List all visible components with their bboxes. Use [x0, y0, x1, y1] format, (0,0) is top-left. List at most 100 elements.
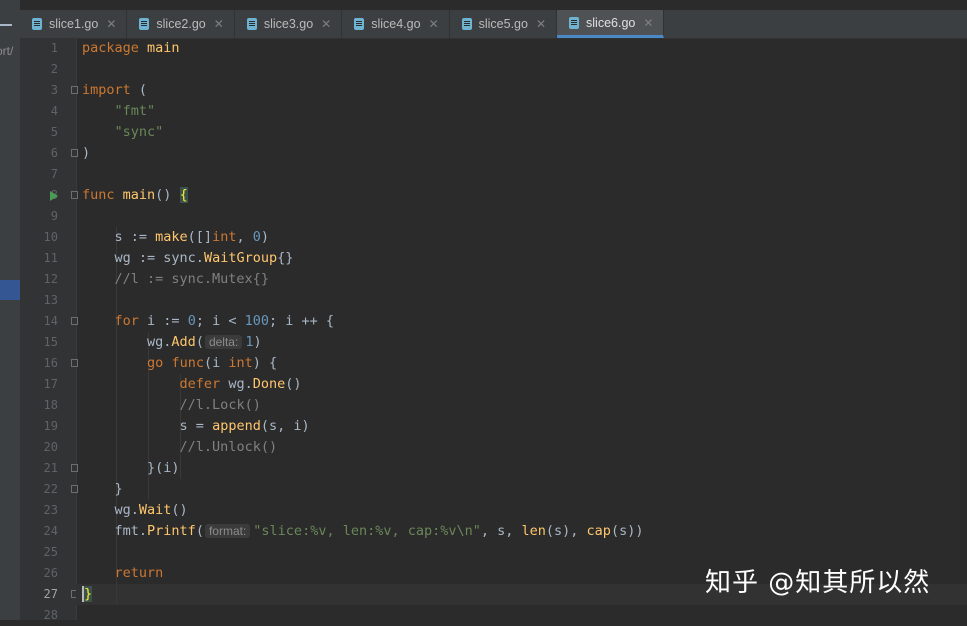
line-number[interactable]: 4 — [20, 101, 58, 122]
punct: ) — [82, 145, 91, 161]
code-text: ) { — [252, 355, 278, 371]
code-text: , s, — [480, 523, 522, 539]
keyword: for — [114, 313, 139, 329]
close-icon[interactable]: ✕ — [321, 17, 331, 31]
tab-slice4[interactable]: slice4.go ✕ — [342, 10, 450, 38]
code-line-4: "fmt" — [82, 101, 156, 122]
code-text: ([] — [187, 229, 213, 245]
line-number[interactable]: 28 — [20, 605, 58, 626]
selected-tree-item[interactable] — [0, 280, 20, 300]
line-number[interactable]: 11 — [20, 248, 58, 269]
close-icon[interactable]: ✕ — [106, 17, 116, 31]
tab-slice1[interactable]: slice1.go ✕ — [20, 10, 128, 38]
code-line-6: ) — [82, 143, 90, 164]
go-file-icon — [569, 16, 580, 29]
keyword: import — [82, 82, 131, 98]
go-file-icon — [32, 18, 42, 30]
close-icon[interactable]: ✕ — [429, 17, 439, 31]
code-text: ) — [253, 334, 262, 350]
line-number[interactable]: 22 — [20, 479, 58, 500]
code-line-26: return — [82, 563, 164, 584]
code-line-5: "sync" — [82, 122, 164, 143]
line-number[interactable]: 10 — [20, 227, 58, 248]
line-number[interactable]: 6 — [20, 143, 58, 164]
line-number[interactable]: 27 — [20, 584, 58, 605]
line-number[interactable]: 16 — [20, 353, 58, 374]
tab-slice6[interactable]: slice6.go ✕ — [557, 10, 665, 38]
line-number[interactable]: 24 — [20, 521, 58, 542]
code-text: , — [236, 229, 253, 245]
close-icon[interactable]: ✕ — [214, 17, 224, 31]
code-line-11: wg := sync.WaitGroup{} — [82, 248, 294, 269]
tab-slice2[interactable]: slice2.go ✕ — [127, 10, 235, 38]
code-line-22: } — [82, 479, 123, 500]
code-line-1: package main — [82, 38, 180, 59]
line-number[interactable]: 19 — [20, 416, 58, 437]
function-call: cap — [586, 523, 611, 539]
go-file-icon — [246, 18, 257, 30]
line-number[interactable]: 23 — [20, 500, 58, 521]
code-text: ; i < — [195, 313, 245, 329]
code-line-17: defer wg.Done() — [82, 374, 302, 395]
line-number[interactable]: 26 — [20, 563, 58, 584]
keyword: go — [147, 355, 164, 371]
code-text: wg := — [114, 250, 164, 266]
function-call: len — [521, 523, 546, 539]
line-number[interactable]: 1 — [20, 38, 58, 59]
string-literal: "fmt" — [114, 103, 156, 119]
line-number[interactable]: 12 — [20, 269, 58, 290]
string-literal: "slice:%v, len:%v, cap:%v\n" — [253, 523, 481, 539]
collapse-icon[interactable] — [0, 24, 12, 26]
code-text: (s), — [545, 523, 587, 539]
line-number[interactable]: 21 — [20, 458, 58, 479]
string-literal: "sync" — [114, 124, 164, 140]
code-text: (s)) — [610, 523, 644, 539]
function-call: append — [212, 418, 261, 434]
tab-slice3[interactable]: slice3.go ✕ — [235, 10, 343, 38]
line-number[interactable]: 9 — [20, 206, 58, 227]
line-number[interactable]: 14 — [20, 311, 58, 332]
editor-gutter[interactable]: 1 2 3 4 5 6 7 8 9 10 11 12 13 14 15 16 17 18 19 20 21 22 23 24 2… — [20, 38, 78, 622]
matched-brace: } — [84, 586, 93, 602]
package-ref: sync. — [163, 250, 204, 266]
line-number[interactable]: 3 — [20, 80, 58, 101]
line-number[interactable]: 25 — [20, 542, 58, 563]
line-number[interactable]: 7 — [20, 164, 58, 185]
line-number[interactable]: 2 — [20, 59, 58, 80]
code-editor[interactable]: package main import ( "fmt" "sync" ) fun… — [76, 38, 967, 620]
code-line-10: s := make([]int, 0) — [82, 227, 269, 248]
code-line-18: //l.Lock() — [82, 395, 261, 416]
close-icon[interactable]: ✕ — [643, 16, 653, 30]
number-literal: 0 — [187, 313, 196, 329]
code-text: () — [285, 376, 302, 392]
go-file-icon — [461, 18, 472, 30]
code-line-20: //l.Unlock() — [82, 437, 278, 458]
project-panel-edge[interactable]: ort/ — [0, 0, 20, 620]
code-text: (i — [203, 355, 229, 371]
number-literal: 100 — [244, 313, 269, 329]
keyword: package — [82, 40, 139, 56]
line-number[interactable]: 13 — [20, 290, 58, 311]
tab-label: slice2.go — [156, 17, 206, 31]
code-line-12: //l := sync.Mutex{} — [82, 269, 269, 290]
code-text: ( — [195, 334, 204, 350]
keyword: int — [228, 355, 253, 371]
code-line-19: s = append(s, i) — [82, 416, 310, 437]
code-text: wg. — [147, 334, 172, 350]
code-text: wg. — [114, 502, 139, 518]
line-number[interactable]: 20 — [20, 437, 58, 458]
code-line-24: fmt.Printf(format: "slice:%v, len:%v, cap… — [82, 521, 644, 542]
code-line-3: import ( — [82, 80, 147, 101]
run-icon[interactable] — [50, 191, 58, 201]
line-number[interactable]: 17 — [20, 374, 58, 395]
line-number[interactable]: 18 — [20, 395, 58, 416]
keyword: return — [114, 565, 164, 581]
watermark-text: 知乎 @知其所以然 — [705, 568, 931, 598]
package-ref: fmt. — [114, 523, 148, 539]
line-number[interactable]: 15 — [20, 332, 58, 353]
code-line-15: wg.Add(delta: 1) — [82, 332, 262, 353]
line-number[interactable]: 5 — [20, 122, 58, 143]
tab-slice5[interactable]: slice5.go ✕ — [450, 10, 558, 38]
close-icon[interactable]: ✕ — [536, 17, 546, 31]
comment: //l.Lock() — [179, 397, 261, 413]
